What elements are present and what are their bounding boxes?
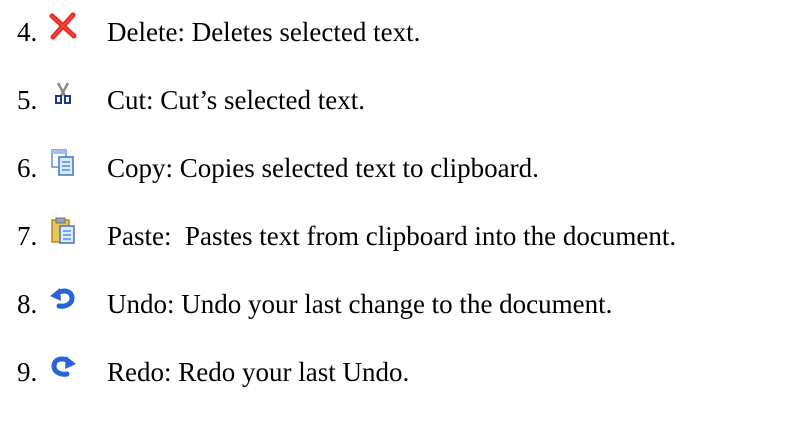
list-item-paste: 7. Paste: Pastes text from clipboard int… [17,216,777,256]
item-description: Copy: Copies selected text to clipboard. [107,153,539,183]
list-item-cut: 5. Cut: Cut’s selected text. [17,80,777,120]
paste-icon [48,216,78,246]
list-item-copy: 6. Copy: Copies selected text to clipboa… [17,148,777,188]
item-number: 8. [17,289,38,319]
item-number: 6. [17,153,38,183]
delete-icon [48,12,78,42]
copy-icon [48,148,78,178]
list-item-delete: 4. Delete: Deletes selected text. [17,12,777,52]
redo-icon [48,352,78,382]
item-number: 7. [17,221,38,251]
item-number: 9. [17,357,38,387]
list-item-redo: 9. Redo: Redo your last Undo. [17,352,777,392]
item-description: Cut: Cut’s selected text. [107,85,365,115]
cut-icon [48,80,78,110]
item-number: 4. [17,17,38,47]
item-description: Undo: Undo your last change to the docum… [107,289,613,319]
undo-icon [48,284,78,314]
item-description: Redo: Redo your last Undo. [107,357,410,387]
item-number: 5. [17,85,38,115]
list-item-undo: 8. Undo: Undo your last change to the do… [17,284,777,324]
toolbar-button-list: 4. Delete: Deletes selected text. 5. Cut… [0,0,785,426]
item-description: Delete: Deletes selected text. [107,17,421,47]
item-description: Paste: Pastes text from clipboard into t… [107,221,677,251]
